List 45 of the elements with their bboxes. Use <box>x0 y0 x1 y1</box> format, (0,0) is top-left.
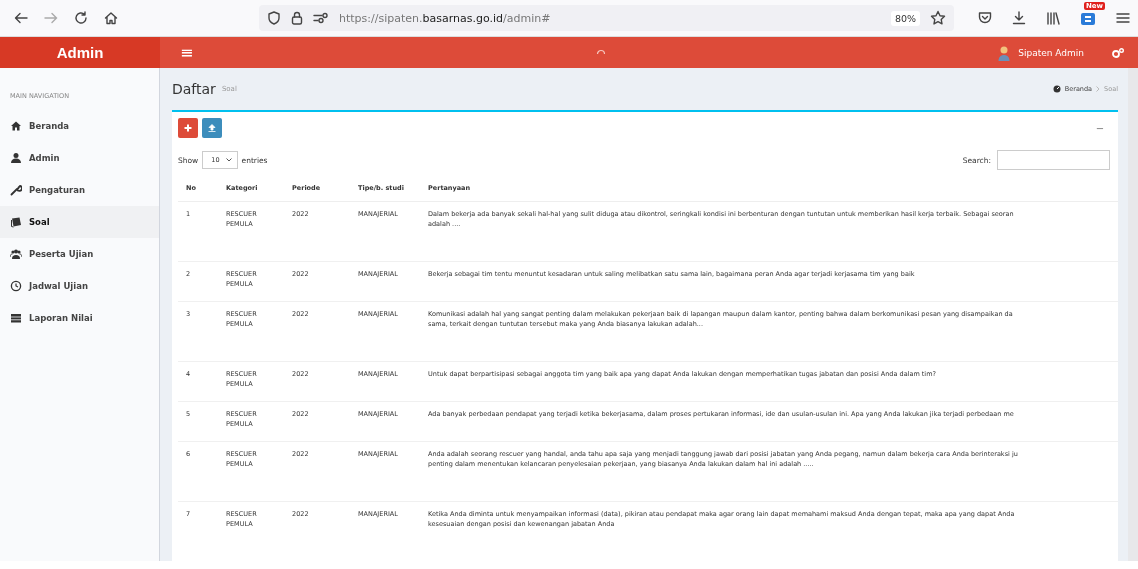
menu-toggle[interactable]: ≡ <box>170 43 204 62</box>
wrench-icon <box>10 184 22 196</box>
plus-icon <box>184 124 192 132</box>
star-icon[interactable] <box>930 10 946 26</box>
sidebar-item[interactable]: Jadwal Ujian <box>0 270 159 302</box>
url-text: https://sipaten.basarnas.go.id/admin# <box>339 11 552 25</box>
upload-button[interactable] <box>202 118 222 138</box>
library-icon[interactable] <box>1046 11 1060 25</box>
clock-icon <box>10 280 22 292</box>
user-name[interactable]: Sipaten Admin <box>1018 47 1084 58</box>
home-icon[interactable] <box>104 11 118 25</box>
upload-icon <box>208 124 216 132</box>
shield-icon <box>267 11 281 25</box>
menu-icon[interactable] <box>1116 11 1130 25</box>
extension-icon[interactable] <box>1080 10 1096 26</box>
sidebar-item[interactable]: Peserta Ujian <box>0 238 159 270</box>
user-icon <box>10 152 22 164</box>
pocket-icon[interactable] <box>978 11 992 25</box>
zoom-level[interactable]: 80% <box>890 10 920 26</box>
app-logo[interactable]: Admin <box>0 37 160 68</box>
sidebar-item[interactable]: Laporan Nilai <box>0 302 159 334</box>
sidebar-item[interactable]: Admin <box>0 142 159 174</box>
home-icon <box>10 120 22 132</box>
scrollbar[interactable] <box>1128 68 1138 561</box>
book-icon <box>10 216 22 228</box>
download-icon[interactable] <box>1012 11 1026 25</box>
address-bar[interactable]: https://sipaten.basarnas.go.id/admin# 80% <box>259 5 954 31</box>
search-field[interactable] <box>997 150 1110 170</box>
dashboard-icon <box>1052 85 1061 93</box>
reload-icon[interactable] <box>74 11 88 25</box>
sidebar-item[interactable]: Pengaturan <box>0 174 159 206</box>
table-icon <box>10 312 22 324</box>
lock-icon <box>291 11 303 25</box>
users-icon <box>10 248 22 260</box>
permissions-icon <box>313 12 329 24</box>
add-button[interactable] <box>178 118 198 138</box>
page-title: Daftar <box>172 81 216 97</box>
user-avatar-icon <box>998 44 1011 61</box>
back-icon[interactable] <box>14 11 28 25</box>
chevron-down-icon <box>225 158 232 162</box>
sidebar-item[interactable]: Soal <box>0 206 159 238</box>
settings-icon[interactable] <box>1112 47 1124 58</box>
chevron-right-icon <box>1096 86 1101 92</box>
collapse-button[interactable]: − <box>1090 118 1110 138</box>
sidebar-item[interactable]: Beranda <box>0 110 159 142</box>
